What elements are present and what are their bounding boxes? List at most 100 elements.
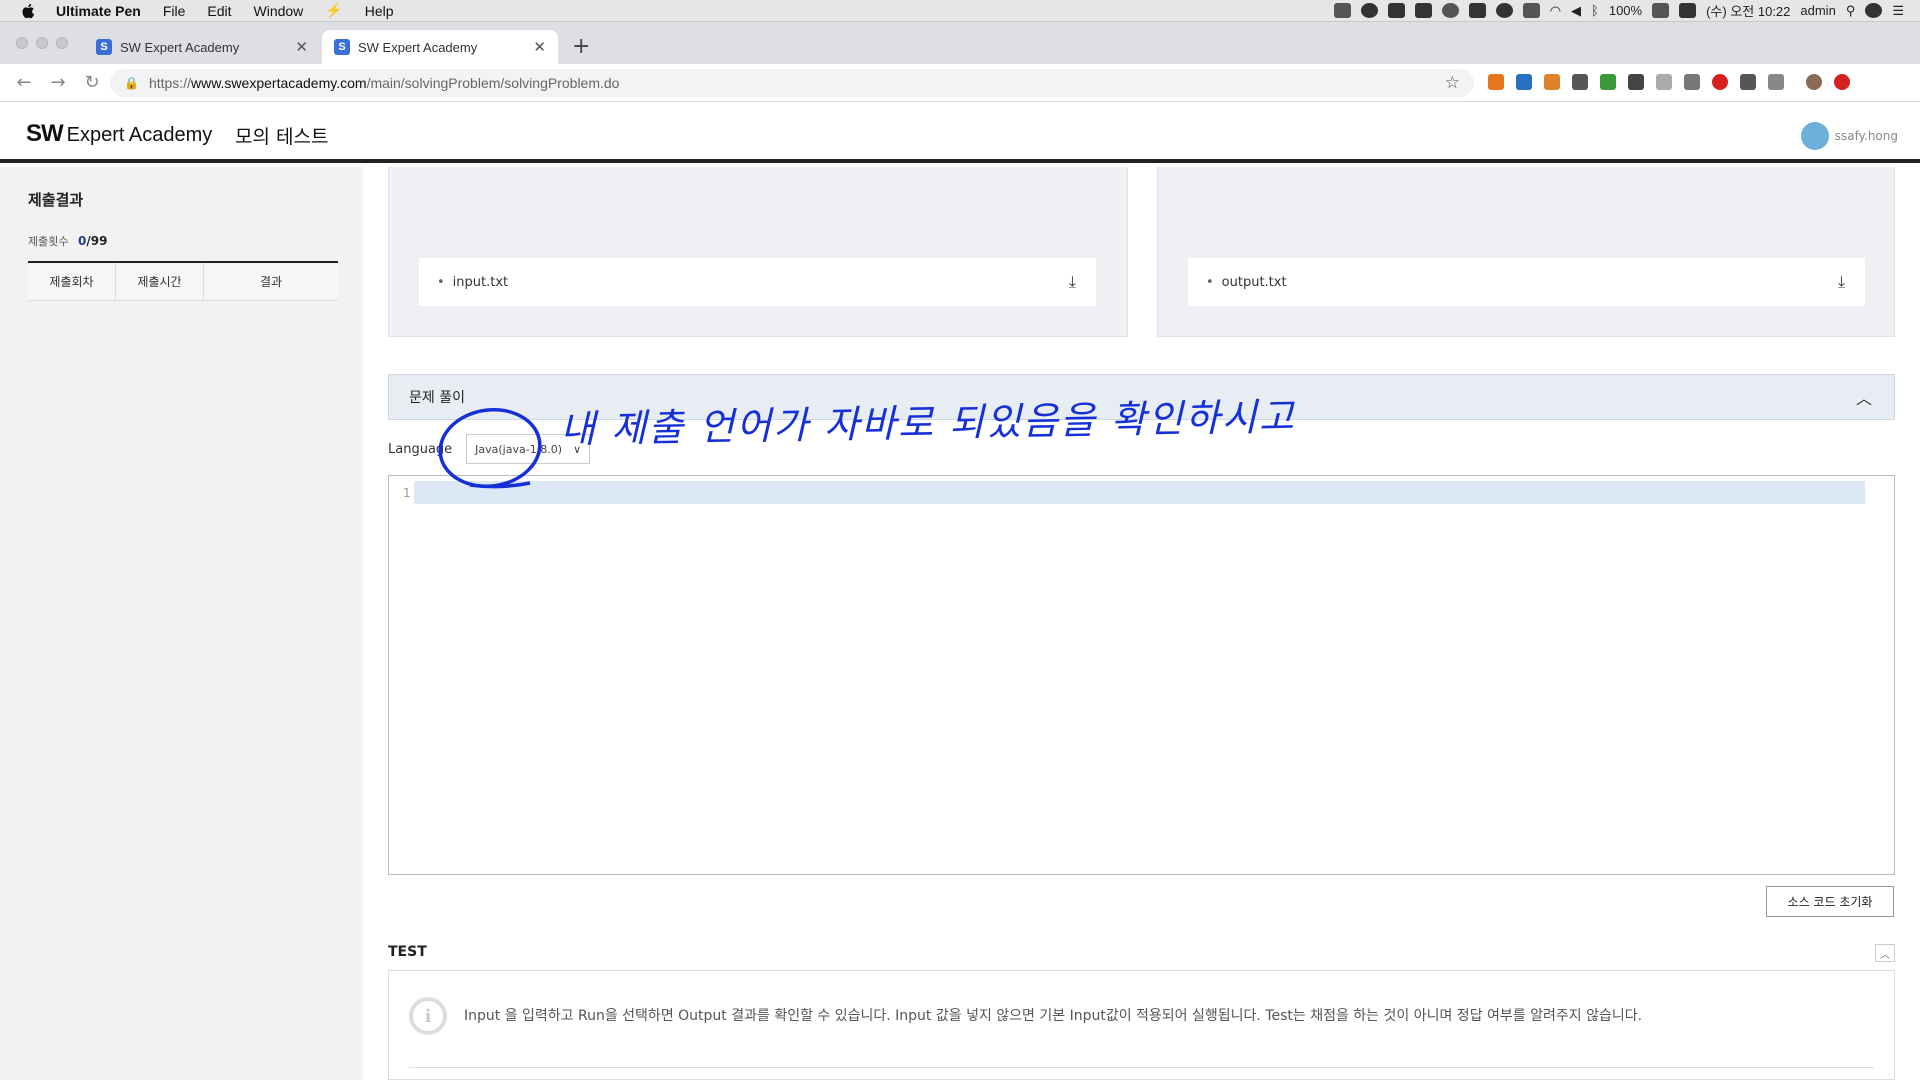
forward-icon[interactable]: → (48, 72, 68, 93)
output-file-name: output.txt (1221, 274, 1287, 290)
minimize-window-button[interactable] (36, 37, 48, 49)
profile-avatar[interactable] (1806, 74, 1822, 90)
update-icon[interactable] (1834, 74, 1850, 90)
avatar (1800, 122, 1829, 150)
address-bar[interactable]: 🔒 https://www.swexpertacademy.com/main/s… (110, 69, 1474, 97)
tab-title: SW Expert Academy (358, 39, 478, 55)
extension-icon[interactable] (1768, 74, 1784, 90)
adblock-icon[interactable] (1712, 74, 1728, 90)
download-extension-icon[interactable] (1684, 74, 1700, 90)
bolt-icon[interactable]: ⚡ (325, 2, 342, 19)
bookmark-star-icon[interactable]: ☆ (1445, 73, 1460, 93)
cloud-icon[interactable] (1495, 3, 1513, 18)
submission-table-header: 제출회차 제출시간 결과 (28, 261, 338, 301)
submission-count-label: 제출횟수 (28, 235, 69, 248)
reload-icon[interactable]: ↻ (82, 72, 102, 93)
screen-icon[interactable] (1522, 3, 1540, 18)
site-favicon-icon: S (96, 39, 112, 55)
apple-icon[interactable] (20, 2, 38, 20)
new-tab-button[interactable]: + (572, 34, 590, 59)
browser-tab-active[interactable]: S SW Expert Academy ✕ (322, 30, 558, 64)
site-favicon-icon: S (334, 39, 350, 55)
wifi-icon[interactable]: ◠ (1550, 3, 1561, 19)
extension-icon[interactable] (1740, 74, 1756, 90)
chat-icon[interactable] (1441, 3, 1459, 18)
line-icon[interactable] (1360, 3, 1378, 18)
extension-icon[interactable] (1572, 74, 1588, 90)
menu-edit[interactable]: Edit (207, 3, 231, 19)
input-file-name: input.txt (452, 274, 509, 290)
language-label: Language (388, 441, 453, 457)
page-title: 모의 테스트 (235, 126, 329, 148)
browser-tab[interactable]: S SW Expert Academy ✕ (84, 30, 320, 64)
username: ssafy.hong (1834, 129, 1898, 143)
extension-icon[interactable] (1600, 74, 1616, 90)
extension-icon[interactable] (1656, 74, 1672, 90)
clock[interactable]: (수) 오전 10:22 (1706, 1, 1790, 20)
menu-file[interactable]: File (163, 3, 186, 19)
d-icon[interactable] (1468, 3, 1486, 18)
back-icon[interactable]: ← (14, 72, 34, 93)
menu-help[interactable]: Help (365, 3, 394, 19)
close-window-button[interactable] (16, 37, 28, 49)
submission-count: 제출횟수 0/99 (28, 233, 107, 249)
close-tab-icon[interactable]: ✕ (295, 38, 308, 56)
macos-menubar: Ultimate Pen File Edit Window ⚡ Help ◠ ◀… (0, 0, 1920, 22)
close-tab-icon[interactable]: ✕ (533, 38, 546, 56)
code-editor[interactable]: 1 (388, 475, 1895, 875)
download-icon[interactable]: ⤓ (1069, 272, 1076, 292)
bullet: • (1206, 274, 1214, 290)
dropbox-icon[interactable] (1333, 3, 1351, 18)
reset-source-button[interactable]: 소스 코드 초기화 (1766, 886, 1894, 917)
output-file-row[interactable]: • output.txt ⤓ (1188, 258, 1865, 306)
submission-panel: 제출결과 제출횟수 0/99 제출회차 제출시간 결과 (0, 167, 363, 1080)
notification-center-icon[interactable]: ☰ (1892, 3, 1904, 19)
menu-window[interactable]: Window (254, 3, 304, 19)
logo-text: Expert Academy (66, 124, 213, 146)
url-path: /main/solvingProblem/solvingProblem.do (366, 75, 620, 91)
status-area: ◠ ◀ ᛒ 100% (수) 오전 10:22 admin ⚲ ☰ (1333, 1, 1920, 20)
volume-icon[interactable]: ◀ (1571, 3, 1581, 19)
input-method-icon[interactable] (1679, 3, 1697, 18)
extension-icon[interactable] (1516, 74, 1532, 90)
test-section-title: TEST (388, 944, 427, 960)
column-header: 제출시간 (116, 263, 204, 300)
download-icon[interactable]: ⤓ (1838, 272, 1845, 292)
language-value: Java(java-1.8.0) (475, 442, 562, 456)
column-header: 결과 (259, 275, 283, 289)
chevron-up-icon[interactable]: ︿ (1875, 944, 1895, 962)
active-line-highlight (414, 481, 1865, 504)
battery-icon[interactable] (1652, 3, 1670, 18)
browser-toolbar: ← → ↻ 🔒 https://www.swexpertacademy.com /… (0, 64, 1920, 102)
spotlight-icon[interactable]: ⚲ (1846, 3, 1856, 19)
site-logo[interactable]: SW Expert Academy (26, 120, 212, 148)
grid-icon[interactable] (1414, 3, 1432, 18)
menu-user[interactable]: admin (1800, 3, 1835, 18)
column-header: 제출회차 (28, 263, 116, 300)
test-info-text: Input 을 입력하고 Run을 선택하면 Output 결과를 확인할 수 … (464, 1008, 1643, 1024)
main-content: • input.txt ⤓ • output.txt ⤓ 문제 풀이 ︿ Lan… (363, 167, 1920, 1080)
siri-icon[interactable] (1865, 3, 1883, 18)
logo-sw: SW (26, 120, 64, 147)
tab-title: SW Expert Academy (120, 39, 240, 55)
user-menu[interactable]: ssafy.hong (1800, 122, 1898, 150)
extension-icon[interactable] (1488, 74, 1504, 90)
input-file-row[interactable]: • input.txt ⤓ (419, 258, 1096, 306)
extensions-area (1488, 74, 1850, 90)
divider (409, 1067, 1874, 1068)
output-sample-box: • output.txt ⤓ (1157, 167, 1895, 337)
test-info-box: i Input 을 입력하고 Run을 선택하면 Output 결과를 확인할 … (388, 970, 1895, 1080)
chevron-up-icon[interactable]: ︿ (1856, 385, 1872, 409)
menu-app-name[interactable]: Ultimate Pen (56, 3, 141, 19)
submission-count-max: 99 (90, 234, 108, 248)
line-number: 1 (403, 486, 411, 500)
zoom-window-button[interactable] (56, 37, 68, 49)
browser-tab-bar: S SW Expert Academy ✕ S SW Expert Academ… (0, 22, 1920, 64)
extension-icon[interactable] (1628, 74, 1644, 90)
app-icon[interactable] (1387, 3, 1405, 18)
metamask-icon[interactable] (1544, 74, 1560, 90)
bullet: • (437, 274, 445, 290)
bluetooth-icon[interactable]: ᛒ (1591, 3, 1599, 18)
info-icon: i (409, 997, 447, 1035)
lock-icon[interactable]: 🔒 (124, 76, 139, 90)
